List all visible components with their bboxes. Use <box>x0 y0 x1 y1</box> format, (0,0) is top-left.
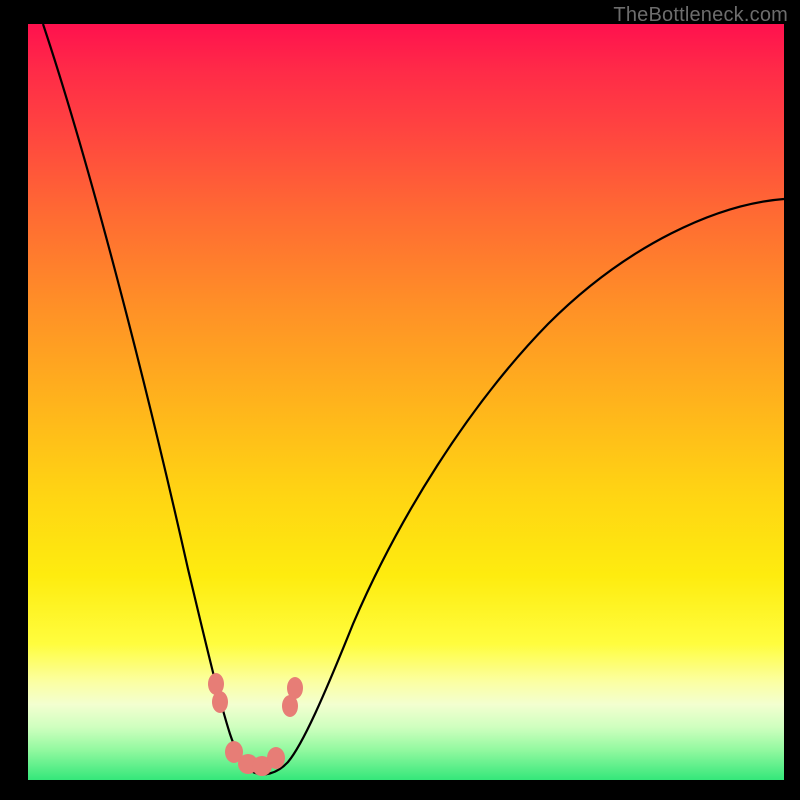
marker-left-shoulder-2 <box>212 691 228 713</box>
chart-frame: TheBottleneck.com <box>0 0 800 800</box>
chart-svg <box>28 24 784 780</box>
marker-right-shoulder-2 <box>287 677 303 699</box>
watermark-label: TheBottleneck.com <box>613 4 788 27</box>
chart-plot-area <box>28 24 784 780</box>
marker-trough-4 <box>267 747 285 769</box>
bottleneck-curve <box>43 24 784 774</box>
